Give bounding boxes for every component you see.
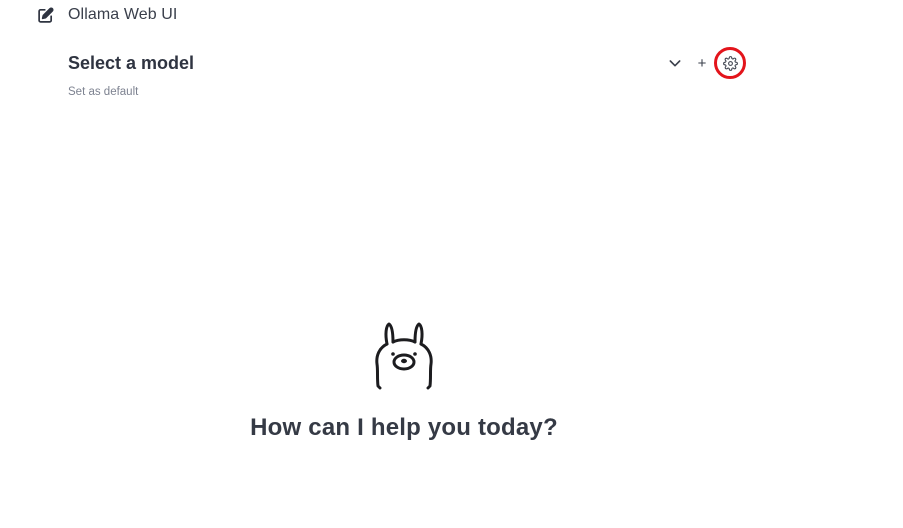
- set-as-default-link[interactable]: Set as default: [68, 86, 138, 98]
- model-settings-button[interactable]: [714, 47, 746, 79]
- model-controls: +: [666, 47, 746, 79]
- greeting-heading: How can I help you today?: [250, 414, 558, 441]
- new-chat-icon[interactable]: [37, 7, 54, 24]
- ollama-llama-logo: [373, 320, 435, 392]
- model-select-label[interactable]: Select a model: [68, 53, 194, 74]
- gear-icon: [722, 55, 738, 71]
- model-selector-row: Select a model +: [68, 47, 750, 79]
- add-model-button[interactable]: +: [696, 56, 708, 71]
- app-window: Ollama Web UI Select a model + Set as de…: [0, 0, 903, 528]
- app-header: Ollama Web UI: [37, 4, 177, 26]
- app-title[interactable]: Ollama Web UI: [68, 6, 177, 24]
- chevron-down-icon[interactable]: [666, 54, 684, 72]
